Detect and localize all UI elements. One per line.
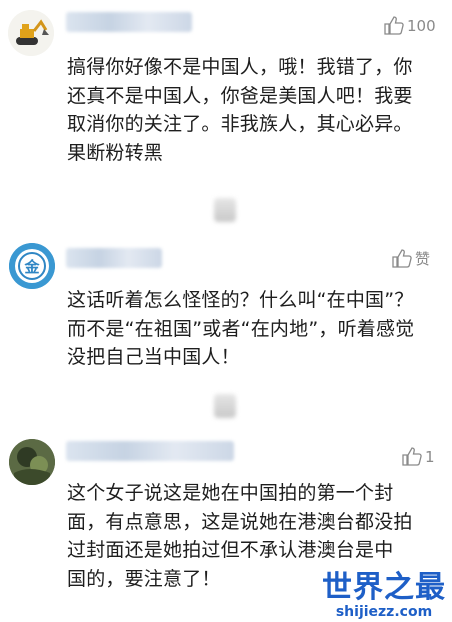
comment-line: 没把自己当中国人！ bbox=[67, 346, 240, 368]
watermark-url: shijiezz.com bbox=[335, 604, 433, 620]
like-button[interactable]: 赞 bbox=[392, 248, 430, 269]
comment-line: 过封面还是她拍过但不承认港澳台是中 bbox=[67, 539, 394, 561]
like-count: 100 bbox=[407, 16, 436, 35]
comment-text: 搞得你好像不是中国人，哦！我错了，你 还真不是中国人，你爸是美国人吧！我要 取消… bbox=[67, 53, 413, 167]
user-avatar[interactable] bbox=[8, 10, 54, 56]
comment-line: 面，有点意思，这是说她在港澳台都没拍 bbox=[67, 510, 413, 533]
like-button[interactable]: 1 bbox=[402, 447, 435, 466]
comment-line: 搞得你好像不是中国人，哦！我错了，你 bbox=[67, 56, 413, 78]
thumbs-up-icon bbox=[392, 249, 412, 268]
comment-line: 果断粉转黑 bbox=[67, 141, 164, 164]
excavator-icon bbox=[8, 10, 54, 56]
comment-line: 这个女子说这是她在中国拍的第一个封 bbox=[67, 482, 394, 504]
thumbs-up-icon bbox=[384, 16, 404, 35]
username-blurred[interactable] bbox=[66, 441, 234, 461]
gold-coin-icon: 金 bbox=[9, 243, 55, 289]
site-watermark: 世界之最 shijiezz.com bbox=[322, 570, 446, 621]
like-button[interactable]: 100 bbox=[384, 16, 436, 35]
username-blurred[interactable] bbox=[66, 12, 192, 32]
landscape-icon bbox=[9, 439, 55, 485]
like-count: 1 bbox=[425, 447, 435, 466]
comment-line: 这话听着怎么怪怪的？什么叫“在中国”？ bbox=[67, 289, 414, 311]
thumbs-up-icon bbox=[402, 447, 422, 466]
user-avatar[interactable]: 金 bbox=[9, 243, 55, 289]
comment-line: 还真不是中国人，你爸是美国人吧！我要 bbox=[67, 84, 413, 107]
comment-line: 而不是“在祖国”或者“在内地”，听着感觉 bbox=[67, 317, 415, 340]
like-label: 赞 bbox=[415, 250, 431, 268]
user-avatar[interactable] bbox=[9, 439, 55, 485]
svg-text:金: 金 bbox=[23, 258, 40, 276]
username-blurred[interactable] bbox=[66, 248, 162, 268]
comment-text: 这话听着怎么怪怪的？什么叫“在中国”？ 而不是“在祖国”或者“在内地”，听着感觉… bbox=[67, 286, 414, 372]
watermark-title: 世界之最 bbox=[322, 570, 446, 605]
separator-blur bbox=[214, 198, 236, 222]
separator-blur bbox=[214, 394, 236, 418]
comment-line: 取消你的关注了。非我族人，其心必异。 bbox=[67, 113, 413, 135]
